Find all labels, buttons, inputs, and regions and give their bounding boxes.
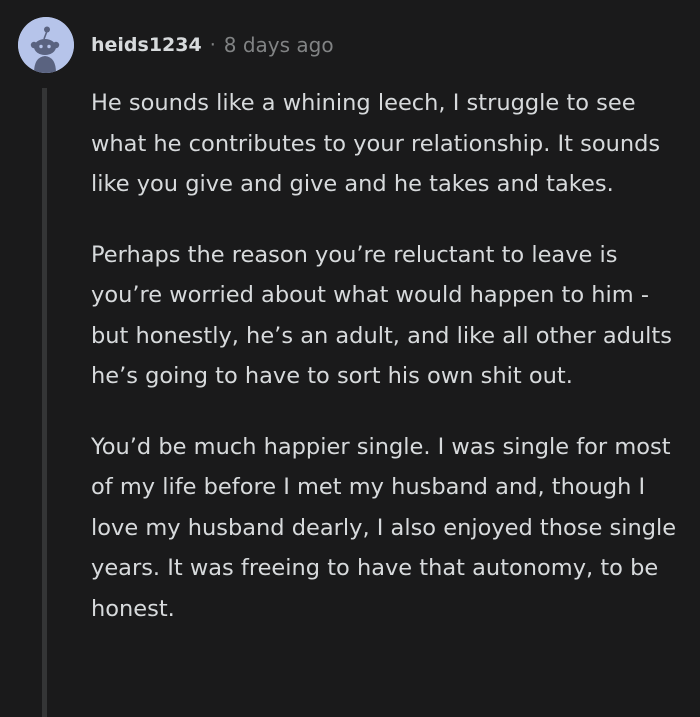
comment-timestamp[interactable]: 8 days ago — [224, 33, 334, 57]
comment-paragraph-2: Perhaps the reason you’re reluctant to l… — [91, 241, 672, 390]
snoo-avatar-icon — [18, 17, 74, 73]
comment-paragraph-1: He sounds like a whining leech, I strugg… — [91, 90, 661, 197]
comment-meta: heids1234 · 8 days ago — [91, 30, 334, 60]
meta-separator: · — [209, 34, 216, 56]
avatar[interactable] — [18, 17, 74, 73]
comment-paragraph-3: You’d be much happier single. I was sing… — [91, 433, 677, 622]
username-link[interactable]: heids1234 — [91, 34, 202, 56]
thread-collapse-line[interactable] — [42, 88, 47, 717]
comment: heids1234 · 8 days ago He sounds like a … — [0, 0, 700, 717]
comment-body: He sounds like a whining leech, I strugg… — [91, 83, 681, 659]
